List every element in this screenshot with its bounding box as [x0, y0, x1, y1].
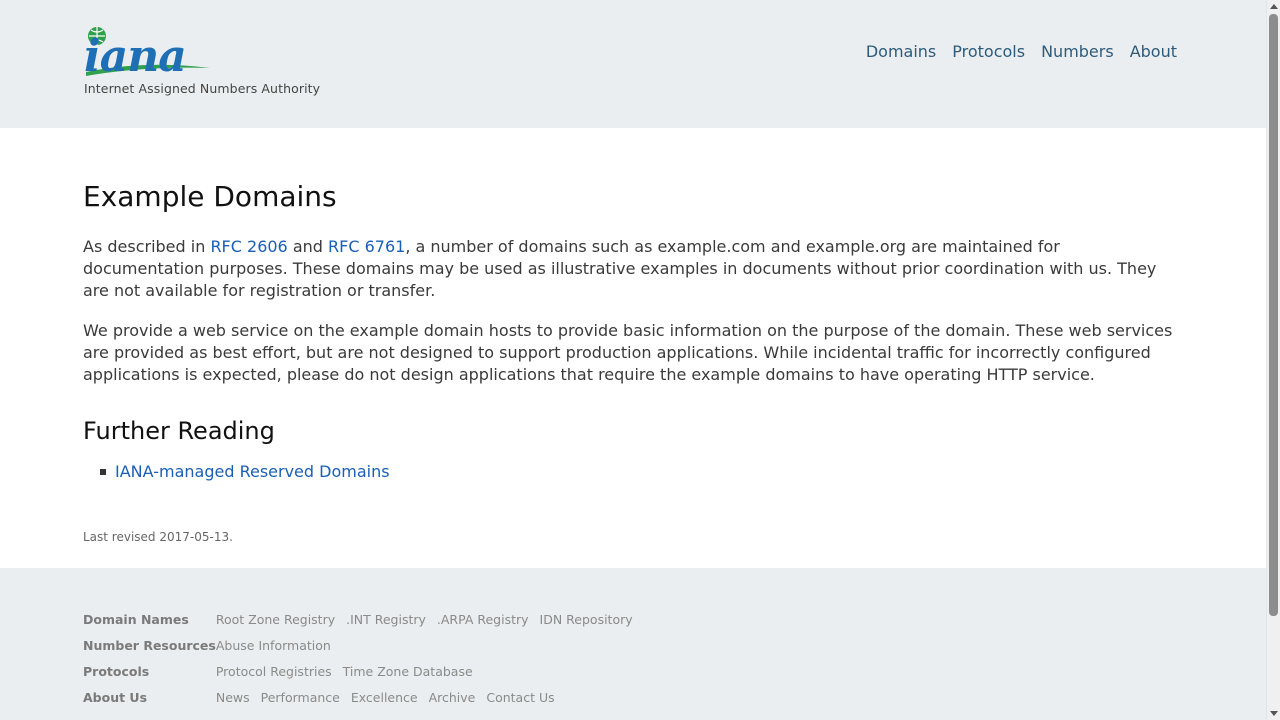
- main-content: Example Domains As described in RFC 2606…: [83, 170, 1183, 545]
- iana-logo-link[interactable]: iana Internet Assigned Numbers Authority: [84, 24, 320, 100]
- main-nav: Domains Protocols Numbers About: [866, 41, 1177, 63]
- list-item: IANA-managed Reserved Domains: [83, 460, 1183, 484]
- further-reading-list: IANA-managed Reserved Domains: [83, 460, 1183, 484]
- intro-text-2: and: [287, 237, 329, 256]
- rfc-2606-link[interactable]: RFC 2606: [210, 237, 287, 256]
- site-footer: Domain Names Root Zone Registry .INT Reg…: [0, 568, 1266, 720]
- footer-links-table: Domain Names Root Zone Registry .INT Reg…: [83, 606, 640, 710]
- footer-link-abuse-information[interactable]: Abuse Information: [216, 638, 331, 653]
- square-bullet-icon: [100, 469, 106, 475]
- footer-link-performance[interactable]: Performance: [261, 690, 340, 705]
- logo-tagline: Internet Assigned Numbers Authority: [84, 81, 321, 96]
- scroll-down-arrow-icon[interactable]: [1270, 711, 1278, 716]
- nav-protocols[interactable]: Protocols: [952, 41, 1025, 63]
- scrollbar-thumb[interactable]: [1269, 14, 1278, 616]
- page: iana Internet Assigned Numbers Authority…: [0, 0, 1266, 720]
- nav-about[interactable]: About: [1130, 41, 1177, 63]
- footer-link-arpa-registry[interactable]: .ARPA Registry: [437, 612, 529, 627]
- footer-link-root-zone-registry[interactable]: Root Zone Registry: [216, 612, 335, 627]
- scroll-up-arrow-icon[interactable]: [1270, 4, 1278, 9]
- footer-heading-domain-names[interactable]: Domain Names: [83, 606, 216, 632]
- logo-wordmark: iana: [84, 31, 186, 78]
- rfc-6761-link[interactable]: RFC 6761: [328, 237, 405, 256]
- footer-row-domain-names: Domain Names Root Zone Registry .INT Reg…: [83, 606, 640, 632]
- footer-row-about-us: About Us News Performance Excellence Arc…: [83, 684, 640, 710]
- footer-link-news[interactable]: News: [216, 690, 250, 705]
- intro-text-1: As described in: [83, 237, 211, 256]
- page-title: Example Domains: [83, 180, 337, 213]
- footer-link-time-zone-database[interactable]: Time Zone Database: [343, 664, 473, 679]
- footer-link-int-registry[interactable]: .INT Registry: [346, 612, 426, 627]
- footer-link-excellence[interactable]: Excellence: [351, 690, 418, 705]
- reserved-domains-link[interactable]: IANA-managed Reserved Domains: [115, 462, 390, 481]
- iana-logo-icon: iana: [84, 27, 210, 78]
- footer-heading-number-resources[interactable]: Number Resources: [83, 632, 216, 658]
- vertical-scrollbar[interactable]: [1266, 0, 1280, 720]
- further-reading-heading: Further Reading: [83, 417, 275, 445]
- service-paragraph: We provide a web service on the example …: [83, 321, 1173, 384]
- site-header: iana Internet Assigned Numbers Authority…: [0, 0, 1266, 128]
- footer-link-archive[interactable]: Archive: [429, 690, 476, 705]
- footer-link-idn-repository[interactable]: IDN Repository: [540, 612, 633, 627]
- nav-domains[interactable]: Domains: [866, 41, 936, 63]
- footer-row-protocols: Protocols Protocol Registries Time Zone …: [83, 658, 640, 684]
- footer-heading-protocols[interactable]: Protocols: [83, 658, 216, 684]
- footer-heading-about-us[interactable]: About Us: [83, 684, 216, 710]
- intro-paragraph: As described in RFC 2606 and RFC 6761, a…: [83, 236, 1183, 302]
- nav-numbers[interactable]: Numbers: [1041, 41, 1114, 63]
- footer-row-number-resources: Number Resources Abuse Information: [83, 632, 640, 658]
- last-revised-note: Last revised 2017-05-13.: [83, 530, 233, 544]
- footer-link-protocol-registries[interactable]: Protocol Registries: [216, 664, 332, 679]
- footer-link-contact-us[interactable]: Contact Us: [486, 690, 554, 705]
